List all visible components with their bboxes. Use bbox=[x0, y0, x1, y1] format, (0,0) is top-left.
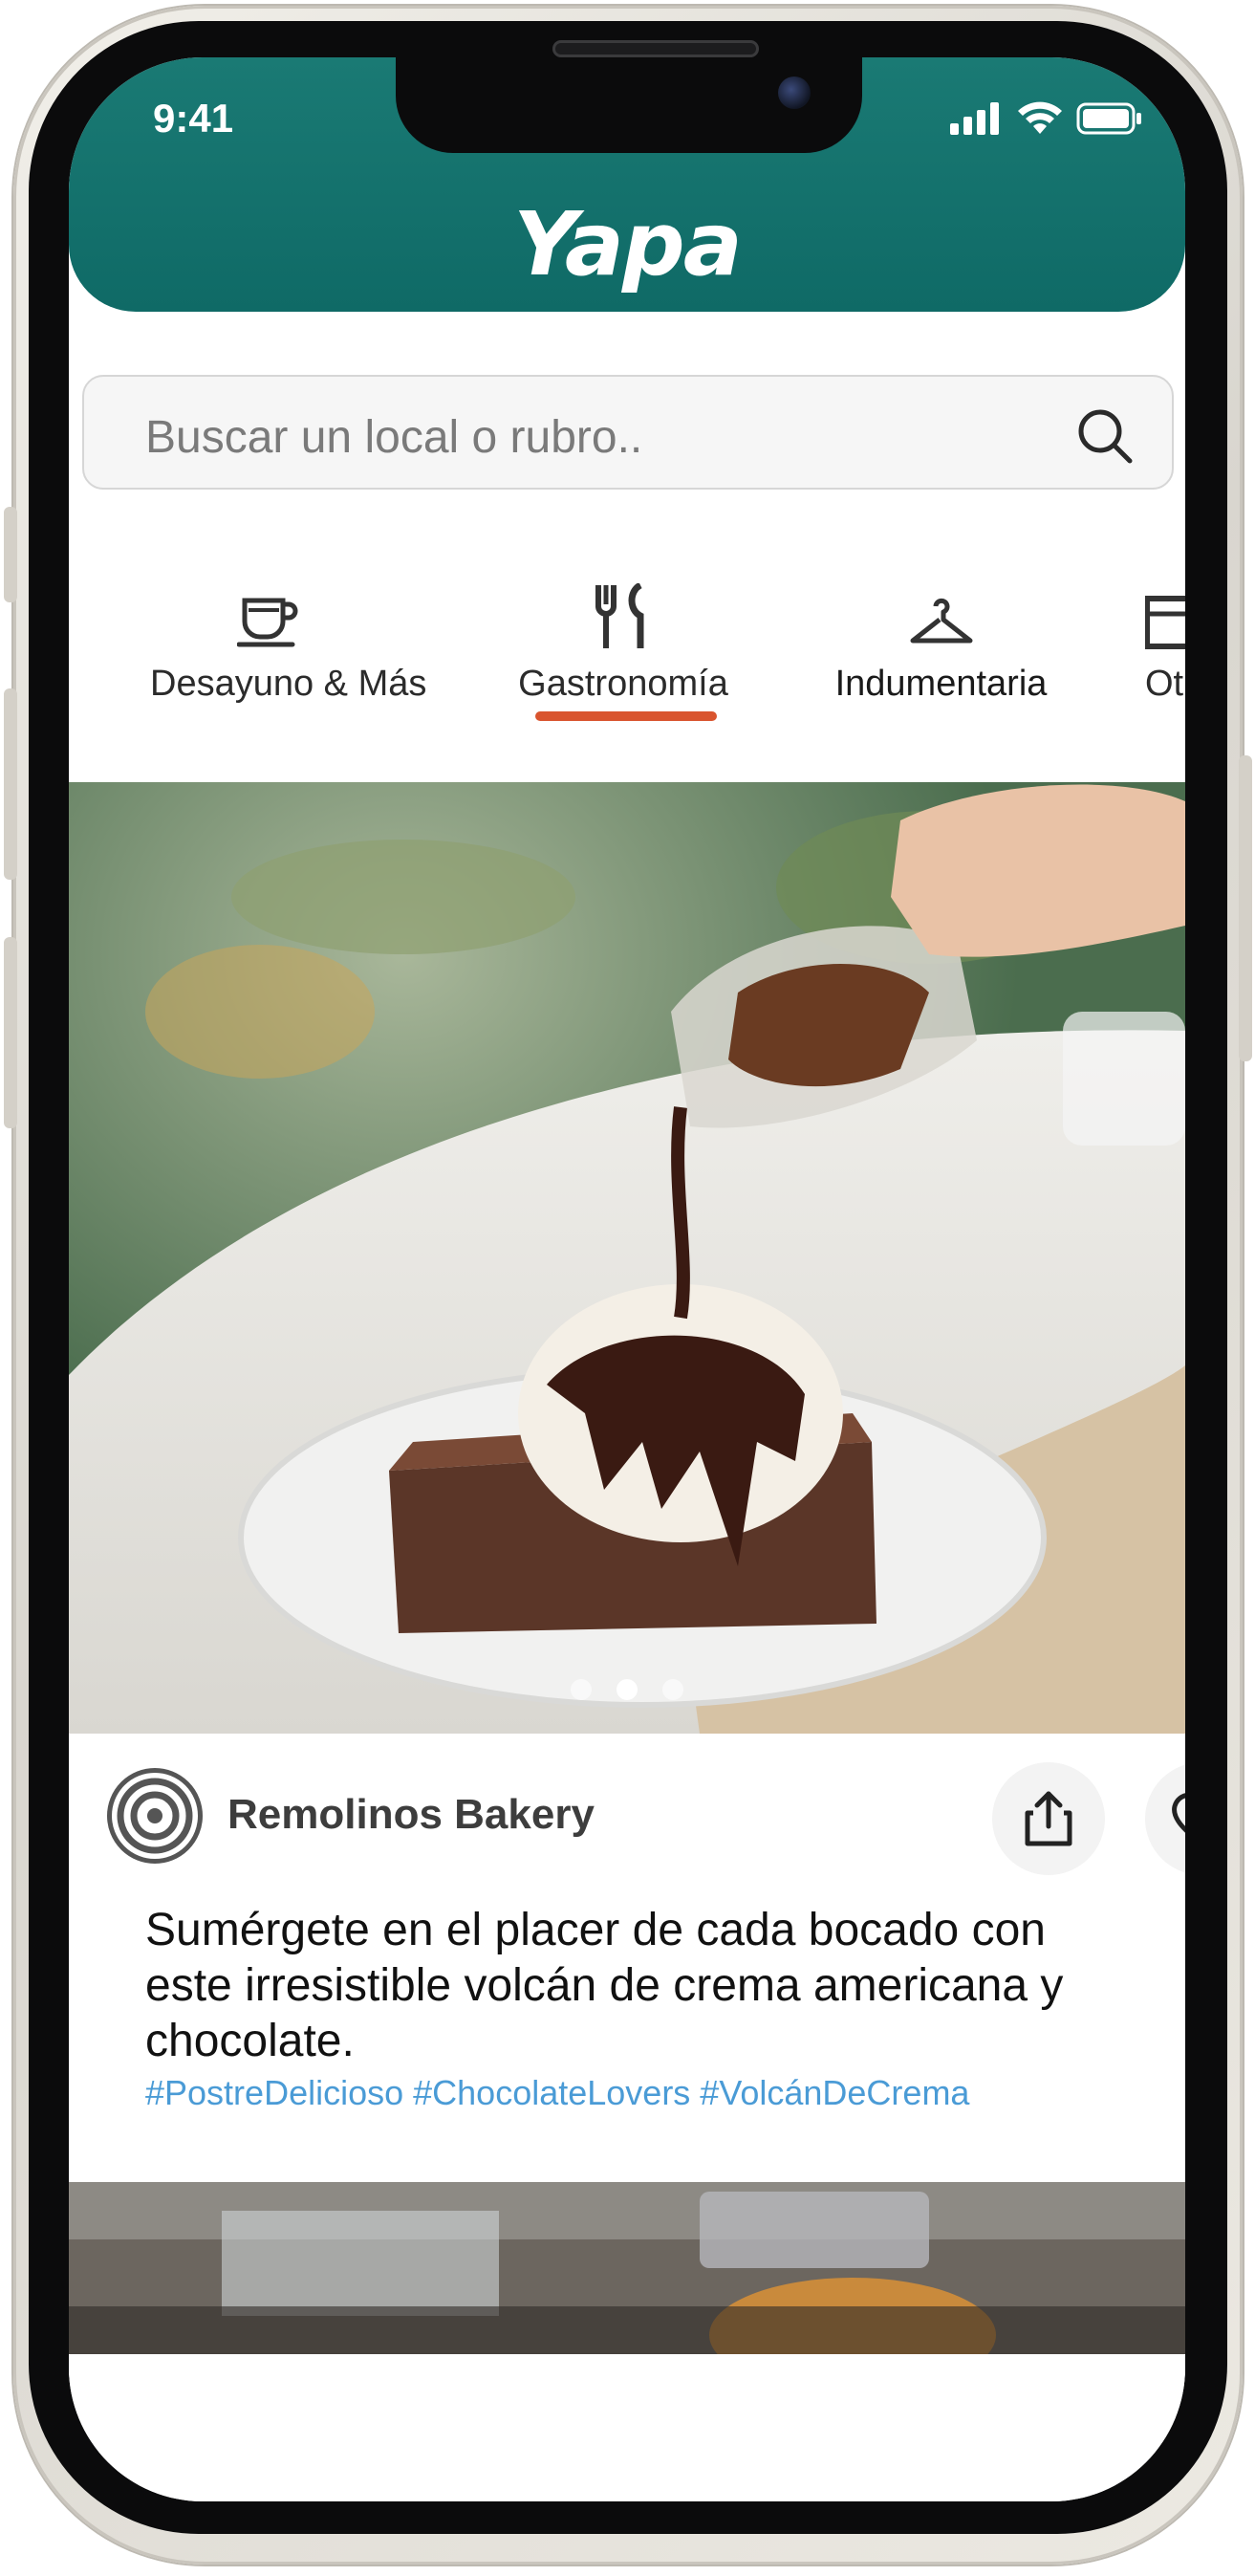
store-avatar[interactable] bbox=[107, 1768, 203, 1864]
store-name[interactable]: Remolinos Bakery bbox=[227, 1791, 595, 1839]
share-icon bbox=[1025, 1791, 1072, 1846]
volume-down-button bbox=[4, 937, 17, 1128]
carousel-dots bbox=[69, 1679, 1185, 1700]
silent-switch bbox=[4, 507, 17, 602]
croissant-photo bbox=[69, 2182, 1185, 2354]
tab-label: Desayuno & Más bbox=[150, 664, 427, 704]
post-hashtags[interactable]: #PostreDelicioso #ChocolateLovers #Volcá… bbox=[145, 2073, 969, 2113]
tab-desayuno[interactable]: Desayuno & Más bbox=[150, 574, 427, 705]
search-input[interactable]: Buscar un local o rubro.. bbox=[145, 411, 642, 464]
app-screen: 9:41 Yapa Buscar un local o rubro.. Desa… bbox=[69, 57, 1185, 2501]
post-header: Remolinos Bakery bbox=[69, 1734, 1185, 1875]
tab-label: Ot bbox=[1145, 664, 1184, 704]
tab-gastronomia[interactable]: Gastronomía bbox=[499, 574, 747, 705]
active-tab-indicator bbox=[535, 711, 717, 721]
battery-icon bbox=[1076, 102, 1141, 135]
coffee-cup-icon bbox=[236, 598, 297, 647]
carousel-dot[interactable] bbox=[571, 1679, 592, 1700]
store-logo-icon bbox=[117, 1778, 193, 1854]
post-image-carousel[interactable] bbox=[69, 782, 1185, 1734]
home-indicator-area bbox=[69, 2354, 1185, 2501]
wifi-icon bbox=[1018, 101, 1062, 134]
tab-label: Indumentaria bbox=[834, 664, 1048, 704]
cellular-signal-icon bbox=[950, 102, 999, 135]
search-icon[interactable] bbox=[1074, 405, 1136, 467]
volume-up-button bbox=[4, 688, 17, 880]
fork-knife-icon bbox=[595, 583, 644, 648]
power-button bbox=[1239, 755, 1252, 1061]
heart-icon bbox=[1172, 1793, 1185, 1833]
search-bar[interactable]: Buscar un local o rubro.. bbox=[82, 375, 1174, 490]
status-time: 9:41 bbox=[153, 96, 234, 141]
carousel-dot[interactable] bbox=[662, 1679, 683, 1700]
tab-otros[interactable]: Ot bbox=[1145, 574, 1185, 705]
carousel-dot-active[interactable] bbox=[617, 1679, 638, 1700]
hanger-icon bbox=[910, 598, 972, 644]
like-button[interactable] bbox=[1145, 1762, 1185, 1875]
notch bbox=[396, 57, 862, 153]
next-post-image[interactable] bbox=[69, 2182, 1185, 2354]
status-icons bbox=[950, 101, 1143, 136]
app-logo: Yapa bbox=[513, 193, 743, 295]
tab-label: Gastronomía bbox=[518, 664, 728, 704]
tab-indumentaria[interactable]: Indumentaria bbox=[814, 574, 1068, 705]
dessert-photo bbox=[69, 782, 1185, 1734]
shop-icon bbox=[1145, 596, 1185, 649]
post-caption: Sumérgete en el placer de cada bocado co… bbox=[145, 1905, 1064, 2066]
speaker-grille bbox=[552, 40, 759, 57]
share-button[interactable] bbox=[992, 1762, 1105, 1875]
front-camera bbox=[778, 76, 811, 109]
